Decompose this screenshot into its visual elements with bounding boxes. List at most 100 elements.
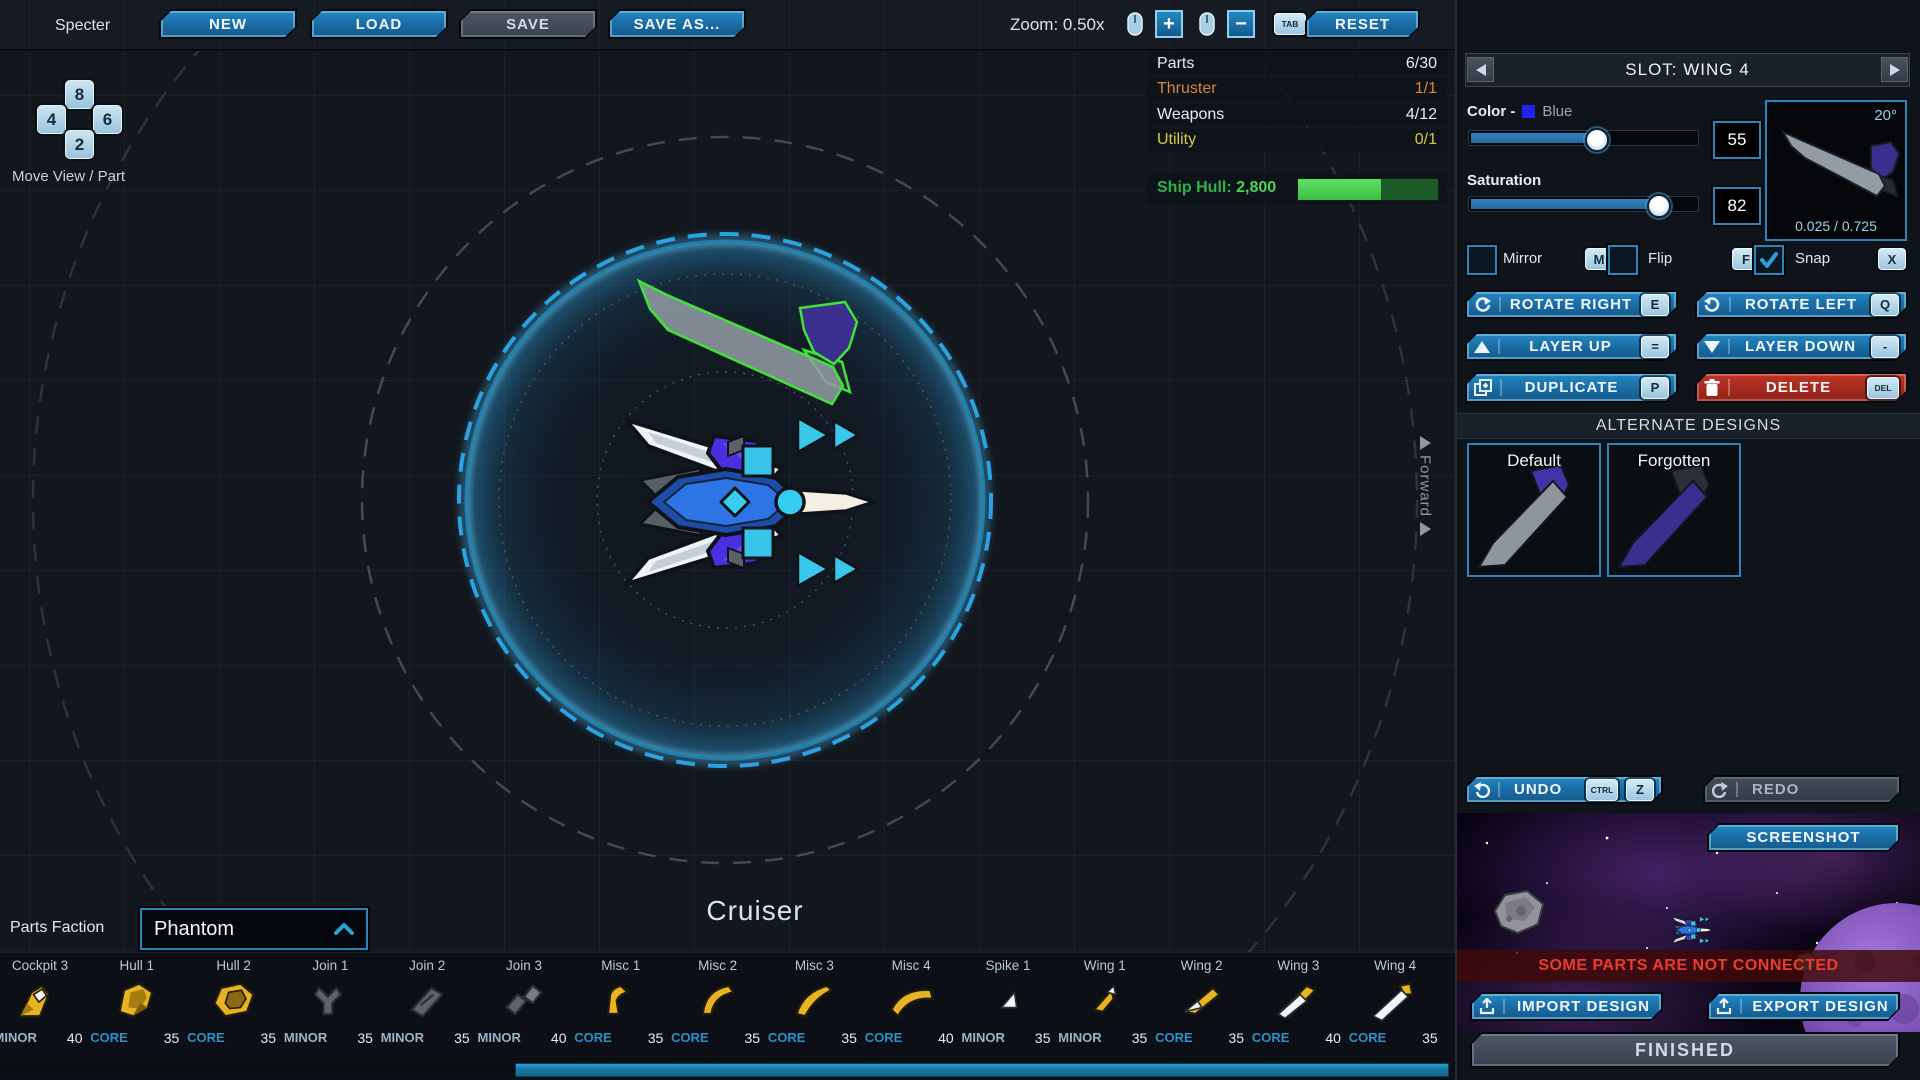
wing3-part-icon (1270, 978, 1326, 1024)
save-as-button[interactable]: SAVE AS... (610, 11, 744, 37)
saturation-value-box[interactable]: 82 (1713, 187, 1761, 225)
ship-editor-screen: 8 4 6 2 Move View / Part Parts 6/30Thrus… (0, 0, 1920, 1080)
delete-keycap: DEL (1867, 377, 1899, 399)
hull2-part-icon (206, 978, 262, 1024)
arrow-right-icon (1888, 63, 1901, 77)
parts-scrollbar-thumb[interactable] (515, 1063, 1449, 1077)
slot-prev-button[interactable] (1467, 57, 1494, 82)
alt-design-default[interactable]: Default (1467, 443, 1601, 577)
flip-checkbox[interactable] (1608, 245, 1638, 275)
duplicate-icon (1474, 379, 1492, 397)
part-name: Join 3 (476, 958, 573, 973)
new-button-frame: NEW (159, 9, 297, 39)
layer-up-keycap: = (1641, 336, 1669, 358)
alternate-designs-title: ALTERNATE DESIGNS (1596, 417, 1781, 435)
parts-faction-dropdown[interactable]: Phantom (140, 908, 368, 950)
part-tile-cockpit-3[interactable]: Cockpit 3 MINOR 40 (0, 952, 89, 1052)
undo-z-keycap: Z (1626, 779, 1654, 801)
part-tile-spike-1[interactable]: Spike 1 MINOR 35 (960, 952, 1057, 1052)
snap-checkbox[interactable] (1754, 245, 1784, 275)
part-slot-type: CORE (1155, 1030, 1193, 1046)
toggles-row: MirrorMFlipFSnapX (1467, 245, 1907, 275)
slot-next-button[interactable] (1881, 57, 1908, 82)
part-tile-wing-2[interactable]: Wing 2 CORE 35 (1153, 952, 1250, 1052)
color-value-box[interactable]: 55 (1713, 121, 1761, 159)
finished-button[interactable]: FINISHED (1472, 1034, 1898, 1066)
reset-button[interactable]: RESET (1307, 11, 1418, 37)
part-slot-type: CORE (1349, 1030, 1387, 1046)
stat-row-parts: Parts 6/30 (1147, 52, 1447, 75)
export-design-button[interactable]: EXPORT DESIGN (1709, 994, 1898, 1019)
part-tile-hull-1[interactable]: Hull 1 CORE 35 (88, 952, 185, 1052)
move-down-key: 2 (65, 130, 94, 159)
stat-value: 4/12 (1406, 106, 1437, 124)
alt-design-forgotten[interactable]: Forgotten (1607, 443, 1741, 577)
color-slider[interactable] (1468, 130, 1699, 146)
stat-value: 1/1 (1415, 80, 1437, 98)
part-name: Join 1 (282, 958, 379, 973)
part-tile-wing-4[interactable]: Wing 4 CORE 35 (1347, 952, 1444, 1052)
part-tile-wing-3[interactable]: Wing 3 CORE 40 (1250, 952, 1347, 1052)
part-angle: 20° (1874, 107, 1897, 124)
undo-label: UNDO (1508, 781, 1578, 798)
part-cost: 40 (67, 1030, 83, 1046)
part-tile-misc-2[interactable]: Misc 2 CORE 35 (669, 952, 766, 1052)
part-tile-misc-1[interactable]: Misc 1 CORE 35 (572, 952, 669, 1052)
stat-value: 6/30 (1406, 55, 1437, 73)
parts-faction-label: Parts Faction (10, 919, 104, 937)
ship-assembly[interactable] (626, 418, 874, 586)
load-button[interactable]: LOAD (312, 11, 446, 37)
import-icon (1479, 998, 1495, 1015)
part-cost: 40 (938, 1030, 954, 1046)
color-slider-handle[interactable] (1585, 128, 1609, 152)
zoom-in-button[interactable]: + (1155, 10, 1183, 38)
mirror-checkbox[interactable] (1467, 245, 1497, 275)
part-slot-type: CORE (865, 1030, 903, 1046)
join2-part-icon (399, 978, 455, 1024)
rotate-right-keycap: E (1641, 294, 1669, 316)
part-cost: 35 (261, 1030, 277, 1046)
forward-arrow-up-icon (1418, 435, 1432, 451)
part-cost: 35 (164, 1030, 180, 1046)
part-slot-type: CORE (1252, 1030, 1290, 1046)
part-tile-misc-3[interactable]: Misc 3 CORE 35 (766, 952, 863, 1052)
part-tile-hull-2[interactable]: Hull 2 CORE 35 (185, 952, 282, 1052)
color-swatch (1522, 105, 1535, 118)
part-tile-join-2[interactable]: Join 2 MINOR 35 (379, 952, 476, 1052)
part-name: Hull 2 (185, 958, 282, 973)
check-icon (1759, 250, 1779, 270)
part-tile-wing-1[interactable]: Wing 1 MINOR 35 (1056, 952, 1153, 1052)
rotate-left-button[interactable]: ROTATE LEFT Q (1697, 292, 1906, 317)
layer-down-keycap: - (1871, 336, 1899, 358)
layer-down-button[interactable]: LAYER DOWN - (1697, 334, 1906, 359)
rotate-right-button[interactable]: ROTATE RIGHT E (1467, 292, 1676, 317)
stat-label: Parts (1157, 55, 1194, 73)
new-button[interactable]: NEW (161, 11, 295, 37)
zoom-out-button[interactable]: − (1227, 10, 1255, 38)
saturation-slider[interactable] (1468, 196, 1699, 212)
delete-button[interactable]: DELETE DEL (1697, 374, 1906, 401)
parts-faction-value: Phantom (154, 918, 234, 941)
duplicate-button[interactable]: DUPLICATE P (1467, 374, 1676, 401)
hull-bar-fill (1298, 179, 1381, 200)
reset-button-frame: RESET (1305, 9, 1420, 39)
part-tile-misc-4[interactable]: Misc 4 CORE 40 (863, 952, 960, 1052)
part-tile-join-1[interactable]: Join 1 MINOR 35 (282, 952, 379, 1052)
ship-thumbnail (1672, 917, 1712, 944)
saturation-slider-handle[interactable] (1647, 194, 1671, 218)
part-tile-join-3[interactable]: Join 3 MINOR 40 (476, 952, 573, 1052)
part-cost: 35 (648, 1030, 664, 1046)
redo-button[interactable]: REDO (1705, 777, 1899, 802)
part-cost: 35 (454, 1030, 470, 1046)
wing2-part-icon (1174, 978, 1230, 1024)
undo-button[interactable]: UNDO CTRL Z (1467, 777, 1661, 802)
part-name: Misc 3 (766, 958, 863, 973)
import-design-button[interactable]: IMPORT DESIGN (1472, 994, 1661, 1019)
layer-up-button[interactable]: LAYER UP = (1467, 334, 1676, 359)
stat-label: Utility (1157, 131, 1196, 149)
stat-row-weapons: Weapons 4/12 (1147, 103, 1447, 126)
part-cost: 35 (357, 1030, 373, 1046)
screenshot-button[interactable]: SCREENSHOT (1709, 825, 1898, 850)
save-button[interactable]: SAVE (461, 11, 595, 37)
chevron-up-icon (334, 922, 354, 936)
